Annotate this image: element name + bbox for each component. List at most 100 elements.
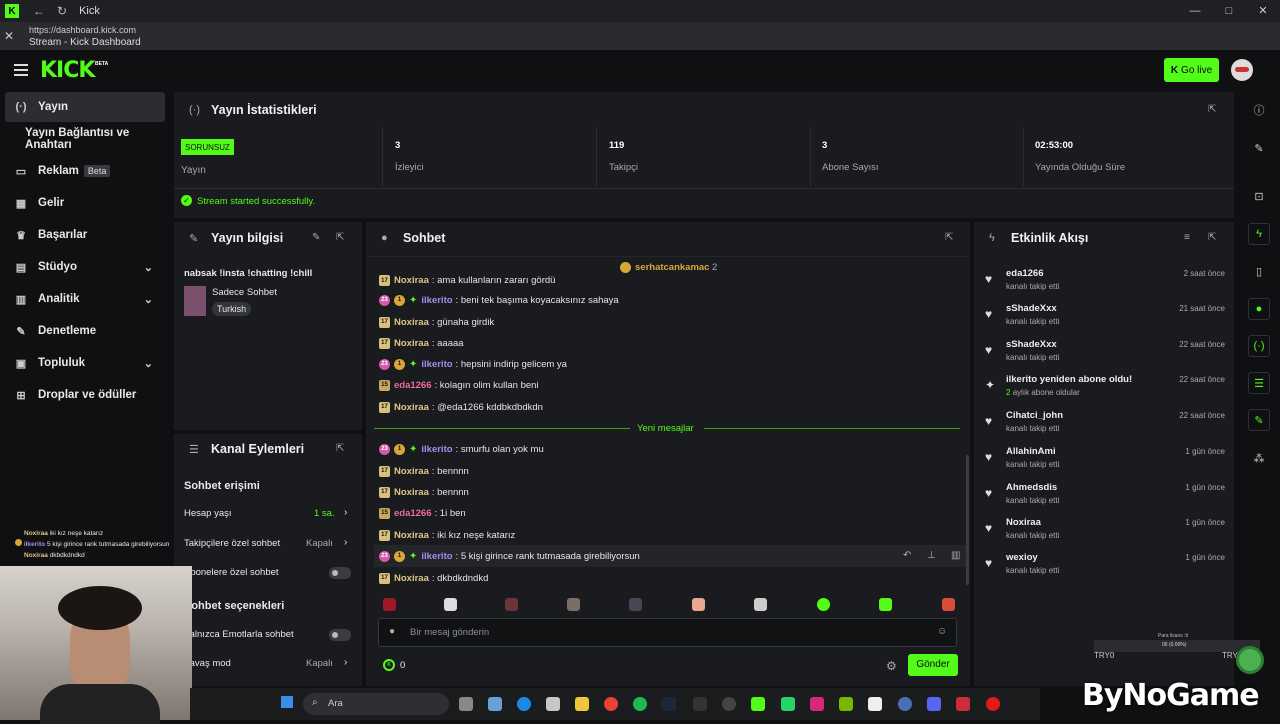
app-icon[interactable]: [546, 697, 560, 711]
emote-picker-icon[interactable]: ●: [389, 626, 395, 637]
activity-item[interactable]: ♥ eda1266 kanalı takip etti 2 saat önce: [985, 268, 1225, 302]
emote-icon[interactable]: [817, 598, 830, 611]
slow-mode-value[interactable]: Kapalı: [306, 658, 333, 669]
activity-item[interactable]: ♥ wexioy kanalı takip etti 1 gün önce: [985, 552, 1225, 586]
chat-message[interactable]: 23 1 ✦ ilkerito: beni tek başıma koyacaksı…: [379, 292, 619, 308]
account-age-value[interactable]: 1 sa.: [314, 508, 335, 519]
sidebar-item-denetleme[interactable]: ✎ Denetleme: [5, 316, 165, 346]
user-avatar[interactable]: [1231, 59, 1253, 81]
chat-username[interactable]: Noxiraa: [394, 402, 429, 413]
settings-gear-icon[interactable]: ⚙: [886, 659, 897, 673]
popout-icon[interactable]: ⇱: [336, 443, 344, 454]
chat-message[interactable]: 17 Noxiraa: iki kız neşe katarız: [379, 527, 515, 543]
chat-message[interactable]: 17 Noxiraa: bennnn: [379, 484, 469, 500]
activity-item[interactable]: ♥ AllahinAmi kanalı takip etti 1 gün önce: [985, 446, 1225, 480]
chat-message[interactable]: 17 Noxiraa: ama kullanların zararı gördü: [379, 272, 555, 286]
chrome-icon[interactable]: [604, 697, 618, 711]
emote-icon[interactable]: [754, 598, 767, 611]
reload-icon[interactable]: ↻: [57, 4, 67, 18]
chat-message[interactable]: 23 1 ✦ ilkerito: smurfu olan yok mu: [379, 441, 544, 457]
activity-item[interactable]: ♥ Ahmedsdis kanalı takip etti 1 gün önce: [985, 482, 1225, 516]
chat-username[interactable]: Noxiraa: [394, 466, 429, 477]
obs-icon[interactable]: [722, 697, 736, 711]
task-view-icon[interactable]: [459, 697, 473, 711]
app-icon[interactable]: [898, 697, 912, 711]
app-icon[interactable]: [956, 697, 970, 711]
discord-icon[interactable]: [927, 697, 941, 711]
chevron-right-icon[interactable]: ›: [344, 537, 347, 548]
back-icon[interactable]: ←: [33, 4, 45, 18]
url-bar[interactable]: ✕ https://dashboard.kick.com Stream - Ki…: [0, 22, 1280, 50]
steam-icon[interactable]: [662, 697, 676, 711]
popout-icon[interactable]: ⇱: [1208, 104, 1216, 115]
document-icon[interactable]: ▯: [1248, 260, 1270, 282]
chevron-right-icon[interactable]: ›: [344, 657, 347, 668]
chat-username[interactable]: ilkerito: [421, 444, 452, 455]
popout-icon[interactable]: ⇱: [336, 232, 344, 243]
pin-icon[interactable]: ⊥: [927, 550, 936, 561]
chat-username[interactable]: Noxiraa: [394, 530, 429, 541]
emote-icon[interactable]: [505, 598, 518, 611]
chat-username[interactable]: Noxiraa: [394, 317, 429, 328]
instagram-icon[interactable]: [810, 697, 824, 711]
spotify-icon[interactable]: [633, 697, 647, 711]
kick-taskbar-icon[interactable]: [751, 697, 765, 711]
sidebar-item-gelir[interactable]: ▦ Gelir: [5, 188, 165, 218]
sidebar-item-yayin[interactable]: (·) Yayın: [5, 92, 165, 122]
list-icon[interactable]: ☰: [1248, 372, 1270, 394]
minimize-icon[interactable]: —: [1178, 0, 1212, 22]
edit-icon[interactable]: ✎: [312, 232, 320, 243]
chat-username[interactable]: eda1266: [394, 380, 432, 391]
file-explorer-icon[interactable]: [575, 697, 589, 711]
sidebar-item-topluluk[interactable]: ▣ Topluluk ⌄: [5, 348, 165, 378]
app-g-icon[interactable]: [868, 697, 882, 711]
sidebar-item-stream-key[interactable]: Yayın Bağlantısı ve Anahtarı: [5, 124, 165, 154]
emote-icon[interactable]: [629, 598, 642, 611]
capture-icon[interactable]: ⊡: [1248, 185, 1270, 207]
chat-message[interactable]: 17 Noxiraa: @eda1266 kddbkdbdkdn: [379, 399, 543, 415]
maximize-icon[interactable]: □: [1212, 0, 1246, 22]
sidebar-item-studyo[interactable]: ▤ Stüdyo ⌄: [5, 252, 165, 282]
chat-username[interactable]: ilkerito: [421, 551, 452, 562]
sidebar-item-analitik[interactable]: ▥ Analitik ⌄: [5, 284, 165, 314]
lightning-icon[interactable]: ϟ: [1248, 223, 1270, 245]
go-live-button[interactable]: K Go live: [1164, 58, 1219, 82]
kick-logo[interactable]: KICK: [40, 58, 95, 83]
chat-message[interactable]: 17 Noxiraa: aaaaa: [379, 335, 464, 351]
activity-item[interactable]: ♥ sShadeXxx kanalı takip etti 22 saat önce: [985, 339, 1225, 373]
emote-icon[interactable]: [879, 598, 892, 611]
send-button[interactable]: Gönder: [908, 654, 958, 676]
subs-only-toggle[interactable]: [329, 567, 351, 579]
followers-only-value[interactable]: Kapalı: [306, 538, 333, 549]
emote-icon[interactable]: [444, 598, 457, 611]
trash-icon[interactable]: ▥: [951, 550, 960, 561]
wrench-icon[interactable]: ✎: [1248, 409, 1270, 431]
emote-icon[interactable]: [383, 598, 396, 611]
activity-item[interactable]: ♥ Cihatci_john kanalı takip etti 22 saat ön…: [985, 410, 1225, 444]
windows-start-icon[interactable]: [281, 696, 293, 708]
chat-username[interactable]: ilkerito: [421, 359, 452, 370]
opera-icon[interactable]: [986, 697, 1000, 711]
close-icon[interactable]: ✕: [4, 29, 14, 43]
chat-username[interactable]: Noxiraa: [394, 338, 429, 349]
chat-message[interactable]: 23 1 ✦ ilkerito: hepsini indirip gelicem y…: [379, 356, 567, 372]
nvidia-icon[interactable]: [839, 697, 853, 711]
community-icon[interactable]: ⁂: [1248, 447, 1270, 469]
emoji-icon[interactable]: ☺: [937, 626, 947, 637]
app-icon[interactable]: [488, 697, 502, 711]
chat-scrollbar[interactable]: [966, 455, 969, 585]
emote-icon[interactable]: [567, 598, 580, 611]
activity-item[interactable]: ♥ sShadeXxx kanalı takip etti 21 saat önce: [985, 303, 1225, 337]
sidebar-item-reklam[interactable]: ▭ Reklam Beta: [5, 156, 165, 186]
chat-message[interactable]: 17 Noxiraa: bennnn: [379, 463, 469, 479]
reply-icon[interactable]: ↶: [903, 550, 911, 561]
chat-message[interactable]: 23 1 ✦ ilkerito: 5 kişi girince rank tutma…: [379, 548, 640, 564]
chat-username[interactable]: ilkerito: [421, 295, 452, 306]
popout-icon[interactable]: ⇱: [1208, 232, 1216, 243]
chevron-right-icon[interactable]: ›: [344, 507, 347, 518]
pinned-user[interactable]: serhatcankamac: [635, 262, 709, 273]
activity-item[interactable]: ✦ ilkerito yeniden abone oldu! 2 aylık abo…: [985, 374, 1225, 408]
info-icon[interactable]: ⓘ: [1248, 99, 1270, 121]
chat-message[interactable]: 17 Noxiraa: günaha girdik: [379, 314, 494, 330]
whatsapp-icon[interactable]: [781, 697, 795, 711]
